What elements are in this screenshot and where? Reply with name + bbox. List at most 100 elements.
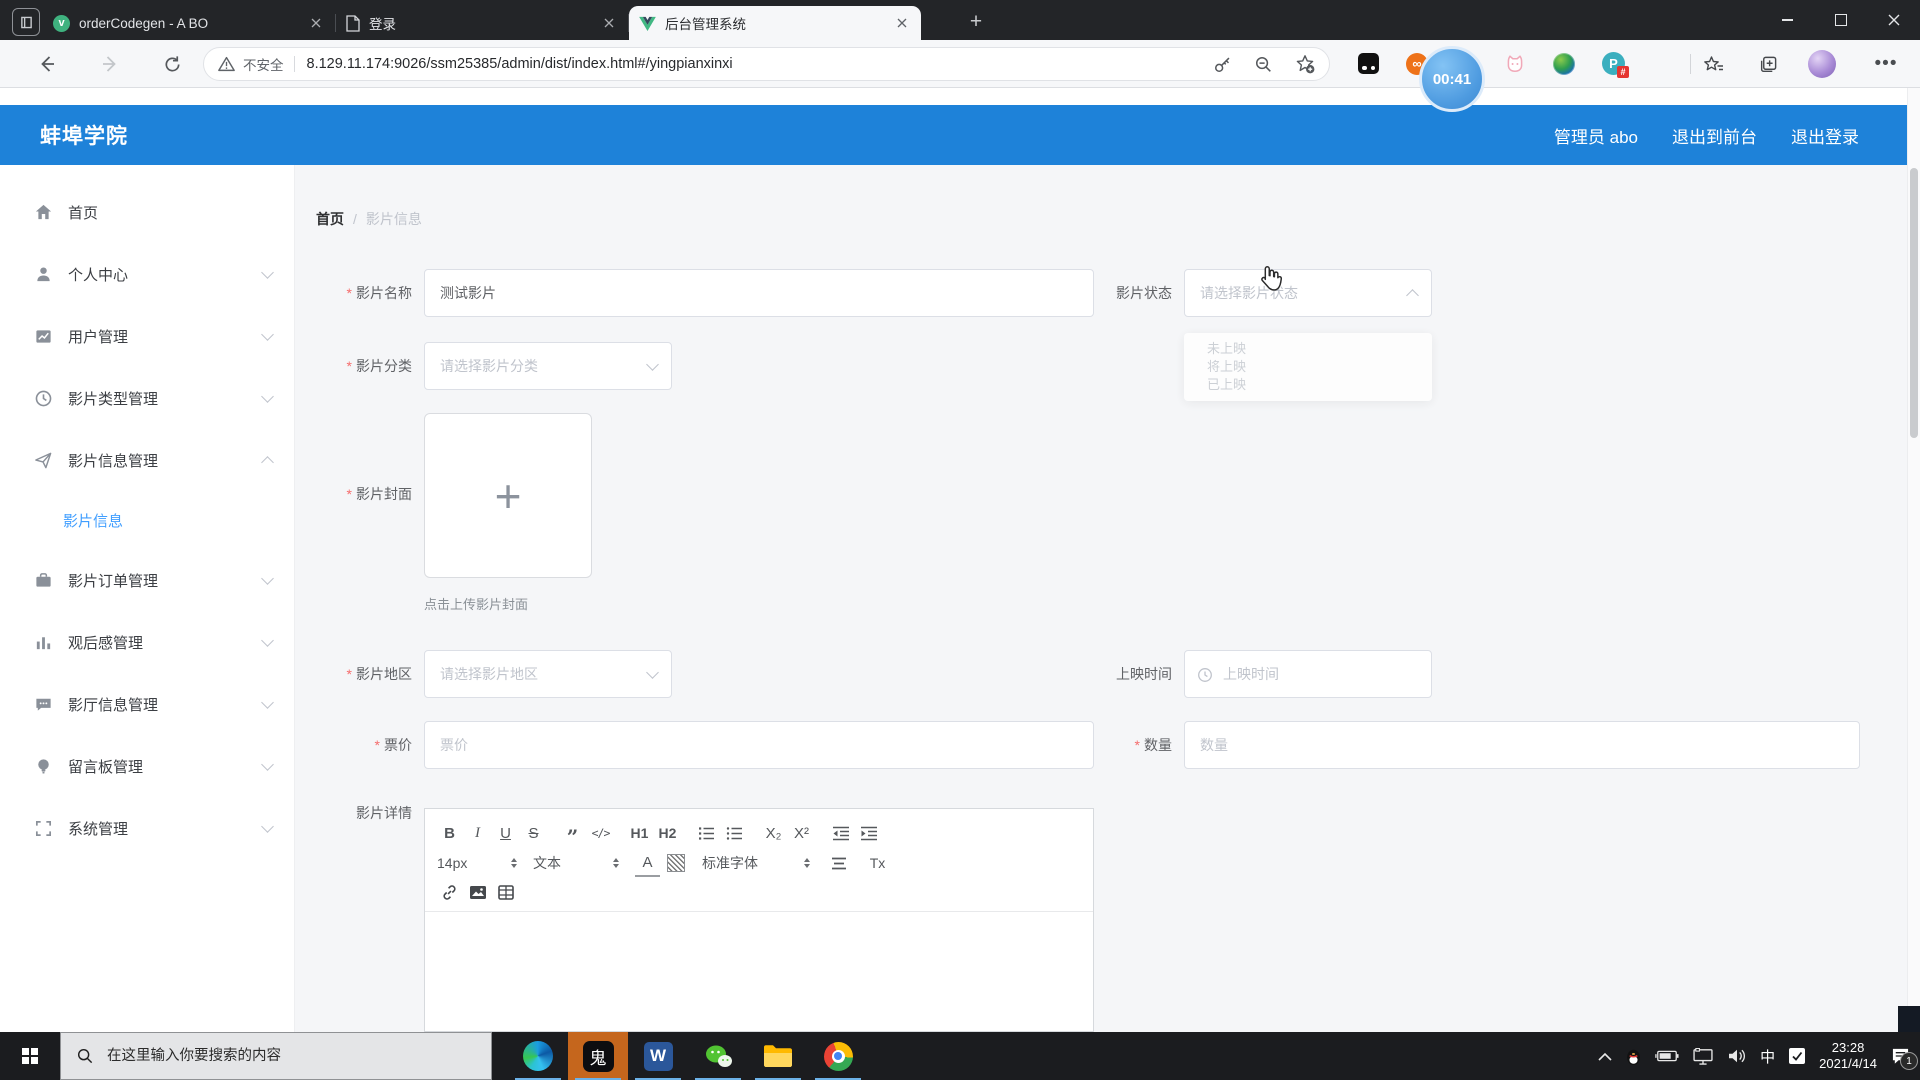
sidebar-item-system-management[interactable]: 系统管理 — [0, 797, 294, 859]
taskbar-chrome-icon[interactable] — [808, 1032, 868, 1080]
logout-link[interactable]: 退出登录 — [1791, 123, 1859, 148]
outdent-button[interactable] — [828, 820, 853, 846]
heading2-button[interactable]: H2 — [655, 820, 680, 846]
highlight-color-button[interactable] — [663, 850, 688, 876]
admin-user-link[interactable]: 管理员 abo — [1554, 123, 1638, 148]
bullet-list-button[interactable] — [722, 820, 747, 846]
align-button[interactable] — [826, 850, 851, 876]
settings-menu-icon[interactable]: ••• — [1872, 50, 1900, 78]
underline-button[interactable]: U — [493, 820, 518, 846]
zoom-out-icon[interactable] — [1254, 55, 1273, 74]
ticket-price-input[interactable] — [424, 721, 1094, 769]
tray-expand-chevron-icon[interactable] — [1598, 1052, 1612, 1061]
qq-icon[interactable] — [1625, 1047, 1642, 1066]
browser-tab-login[interactable]: 登录 — [336, 6, 628, 40]
breadcrumb-home[interactable]: 首页 — [316, 211, 344, 227]
browser-tab-admin-active[interactable]: 后台管理系统 — [629, 6, 921, 40]
subscript-button[interactable]: X₂ — [761, 820, 786, 846]
profile-avatar[interactable] — [1808, 50, 1836, 78]
battery-icon[interactable] — [1655, 1049, 1679, 1063]
start-button[interactable] — [0, 1032, 60, 1080]
insert-image-button[interactable] — [465, 879, 490, 905]
movie-name-input[interactable] — [424, 269, 1094, 317]
volume-icon[interactable] — [1727, 1048, 1747, 1064]
sidebar-item-home[interactable]: 首页 — [0, 181, 294, 243]
taskbar-word-icon[interactable]: W — [628, 1032, 688, 1080]
notification-center-icon[interactable]: 1 — [1891, 1047, 1918, 1070]
movie-region-select[interactable]: 请选择影片地区 — [424, 650, 672, 698]
tab-close-icon[interactable] — [893, 14, 911, 32]
cover-upload-box[interactable]: + — [424, 413, 592, 578]
sidebar-item-user-management[interactable]: 用户管理 — [0, 305, 294, 367]
sidebar-item-movie-type-management[interactable]: 影片类型管理 — [0, 367, 294, 429]
taskbar-clock[interactable]: 23:28 2021/4/14 — [1819, 1040, 1877, 1072]
tab-close-icon[interactable] — [307, 14, 325, 32]
scrollbar-thumb[interactable] — [1910, 168, 1918, 438]
refresh-icon[interactable] — [158, 50, 186, 78]
taskbar-active-app-icon[interactable]: 鬼 — [568, 1032, 628, 1080]
new-tab-button[interactable]: + — [963, 10, 989, 36]
display-icon[interactable] — [1692, 1047, 1714, 1065]
security-check-icon[interactable] — [1788, 1047, 1806, 1065]
address-bar[interactable]: 不安全 8.129.11.174:9026/ssm25385/admin/dis… — [203, 47, 1330, 81]
quantity-input[interactable] — [1184, 721, 1860, 769]
screen-recorder-timer[interactable]: 00:41 — [1419, 46, 1485, 112]
font-color-button[interactable]: A — [635, 849, 660, 877]
close-button[interactable] — [1867, 0, 1920, 40]
sidebar-item-personal-center[interactable]: 个人中心 — [0, 243, 294, 305]
forward-icon[interactable] — [96, 50, 124, 78]
ordered-list-button[interactable] — [694, 820, 719, 846]
extension-idm-globe-icon[interactable] — [1553, 52, 1575, 75]
url-text[interactable]: 8.129.11.174:9026/ssm25385/admin/dist/in… — [307, 56, 1202, 72]
page-scrollbar[interactable] — [1907, 88, 1920, 1032]
taskbar-wechat-icon[interactable] — [688, 1032, 748, 1080]
movie-status-select[interactable]: 请选择影片状态 — [1184, 269, 1432, 317]
extension-cat-icon[interactable] — [1504, 53, 1526, 75]
sidebar-item-message-board-management[interactable]: 留言板管理 — [0, 735, 294, 797]
taskbar-explorer-icon[interactable] — [748, 1032, 808, 1080]
favorites-bar-icon[interactable] — [1700, 50, 1728, 78]
bold-button[interactable]: B — [437, 820, 462, 846]
font-size-select[interactable]: 14px — [437, 850, 517, 876]
font-family-select[interactable]: 标准字体 — [702, 850, 810, 876]
favorite-star-add-icon[interactable] — [1295, 54, 1315, 74]
ime-indicator[interactable]: 中 — [1760, 1046, 1775, 1067]
dropdown-option[interactable]: 将上映 — [1184, 358, 1432, 376]
italic-button[interactable]: I — [465, 820, 490, 846]
indent-button[interactable] — [856, 820, 881, 846]
movie-category-select[interactable]: 请选择影片分类 — [424, 342, 672, 390]
release-time-picker[interactable]: 上映时间 — [1184, 650, 1432, 698]
workspaces-icon[interactable] — [12, 8, 40, 36]
clear-format-button[interactable]: Tx — [865, 850, 890, 876]
editor-content[interactable] — [425, 912, 1093, 1028]
sidebar-item-review-management[interactable]: 观后感管理 — [0, 611, 294, 673]
taskbar-search[interactable] — [60, 1032, 492, 1080]
password-key-icon[interactable] — [1213, 55, 1232, 74]
taskbar-edge-icon[interactable] — [508, 1032, 568, 1080]
sidebar-item-movie-order-management[interactable]: 影片订单管理 — [0, 549, 294, 611]
insert-link-button[interactable] — [437, 879, 462, 905]
browser-tab-ordercodegen[interactable]: v orderCodegen - A BO — [43, 6, 335, 40]
maximize-button[interactable] — [1814, 0, 1867, 40]
paragraph-format-select[interactable]: 文本 — [533, 850, 619, 876]
sidebar-item-cinema-hall-management[interactable]: 影厅信息管理 — [0, 673, 294, 735]
sidebar-subitem-movie-info-active[interactable]: 影片信息 — [0, 491, 294, 549]
strikethrough-button[interactable]: S — [521, 820, 546, 846]
extension-profile-p-icon[interactable]: P # — [1602, 52, 1629, 78]
blockquote-button[interactable]: ” — [560, 824, 585, 850]
collections-icon[interactable] — [1754, 50, 1782, 78]
insert-video-button[interactable] — [493, 879, 518, 905]
sidebar-item-movie-info-management[interactable]: 影片信息管理 — [0, 429, 294, 491]
minimize-button[interactable] — [1761, 0, 1814, 40]
dropdown-option[interactable]: 已上映 — [1184, 376, 1432, 394]
updown-carets-icon — [804, 858, 810, 868]
back-icon[interactable] — [33, 50, 61, 78]
superscript-button[interactable]: X² — [789, 820, 814, 846]
code-button[interactable]: </> — [588, 820, 613, 846]
dropdown-option[interactable]: 未上映 — [1184, 340, 1432, 358]
tab-close-icon[interactable] — [600, 14, 618, 32]
exit-to-front-link[interactable]: 退出到前台 — [1672, 123, 1757, 148]
heading1-button[interactable]: H1 — [627, 820, 652, 846]
extension-dark-icon[interactable] — [1358, 53, 1379, 74]
taskbar-search-input[interactable] — [105, 1047, 469, 1065]
